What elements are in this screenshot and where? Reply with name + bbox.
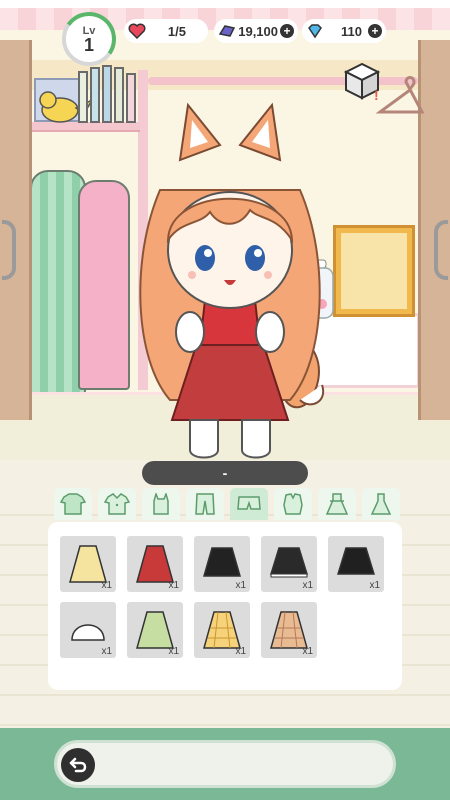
item-inventory-panel: x1 x1 x1 x1 x1 x1 x1 x1 x1 [48, 522, 402, 690]
add-diamonds-button[interactable]: + [368, 24, 382, 38]
item-yellow-skirt[interactable]: x1 [60, 536, 116, 592]
character-avatar[interactable] [110, 100, 350, 460]
outfit-name-bar: - [142, 461, 308, 485]
gem-icon [218, 25, 236, 37]
back-arrow-icon [69, 757, 87, 773]
gems-value: 19,100 [238, 23, 278, 39]
item-qty: x1 [168, 580, 179, 591]
right-door-handle [434, 220, 448, 280]
diamonds-counter[interactable]: 110 + [302, 19, 386, 43]
item-tan-plaid-skirt[interactable]: x1 [261, 602, 317, 658]
tab-blouse[interactable] [274, 488, 312, 520]
gems-counter[interactable]: 19,100 + [214, 19, 298, 43]
treasure-box-button[interactable]: ! [340, 58, 384, 102]
tab-tanktop[interactable] [142, 488, 180, 520]
item-black-lace-skirt[interactable]: x1 [261, 536, 317, 592]
item-qty: x1 [101, 646, 112, 657]
item-qty: x1 [235, 580, 246, 591]
item-black-skirt[interactable]: x1 [194, 536, 250, 592]
item-yellow-plaid-skirt[interactable]: x1 [194, 602, 250, 658]
diamonds-value: 110 [341, 23, 362, 39]
tab-gown[interactable] [362, 488, 400, 520]
item-white-skirt[interactable]: x1 [60, 602, 116, 658]
level-badge[interactable]: Lv 1 [57, 7, 121, 71]
tab-dress[interactable] [318, 488, 356, 520]
shirt-icon [104, 493, 130, 515]
left-door-handle [2, 220, 16, 280]
add-gems-button[interactable]: + [280, 24, 294, 38]
item-qty: x1 [302, 580, 313, 591]
diamond-icon [308, 24, 322, 39]
tanktop-icon [153, 493, 169, 515]
top-strip [0, 0, 450, 8]
back-bar [54, 740, 396, 788]
tab-shirt[interactable] [98, 488, 136, 520]
tshirt-icon [60, 493, 86, 515]
hearts-value: 1/5 [167, 23, 186, 39]
tab-tshirt[interactable] [54, 488, 92, 520]
svg-text:!: ! [374, 87, 379, 102]
left-door [0, 40, 32, 420]
item-green-skirt[interactable]: x1 [127, 602, 183, 658]
back-button[interactable] [61, 748, 95, 782]
heart-icon [128, 23, 146, 40]
tab-shorts[interactable] [230, 488, 268, 520]
shorts-icon [237, 496, 261, 510]
item-red-skirt[interactable]: x1 [127, 536, 183, 592]
pants-icon [195, 493, 215, 515]
item-qty: x1 [235, 646, 246, 657]
item-black-pleated-skirt[interactable]: x1 [328, 536, 384, 592]
category-tabs [50, 488, 402, 522]
tab-pants[interactable] [186, 488, 224, 520]
item-qty: x1 [302, 646, 313, 657]
item-qty: x1 [168, 646, 179, 657]
dress-icon [325, 493, 349, 515]
item-qty: x1 [369, 580, 380, 591]
gown-icon [370, 493, 392, 515]
item-qty: x1 [101, 580, 112, 591]
hearts-counter[interactable]: 1/5 [124, 19, 208, 43]
wardrobe-scene: ! [0, 30, 450, 460]
blouse-icon [283, 493, 303, 515]
